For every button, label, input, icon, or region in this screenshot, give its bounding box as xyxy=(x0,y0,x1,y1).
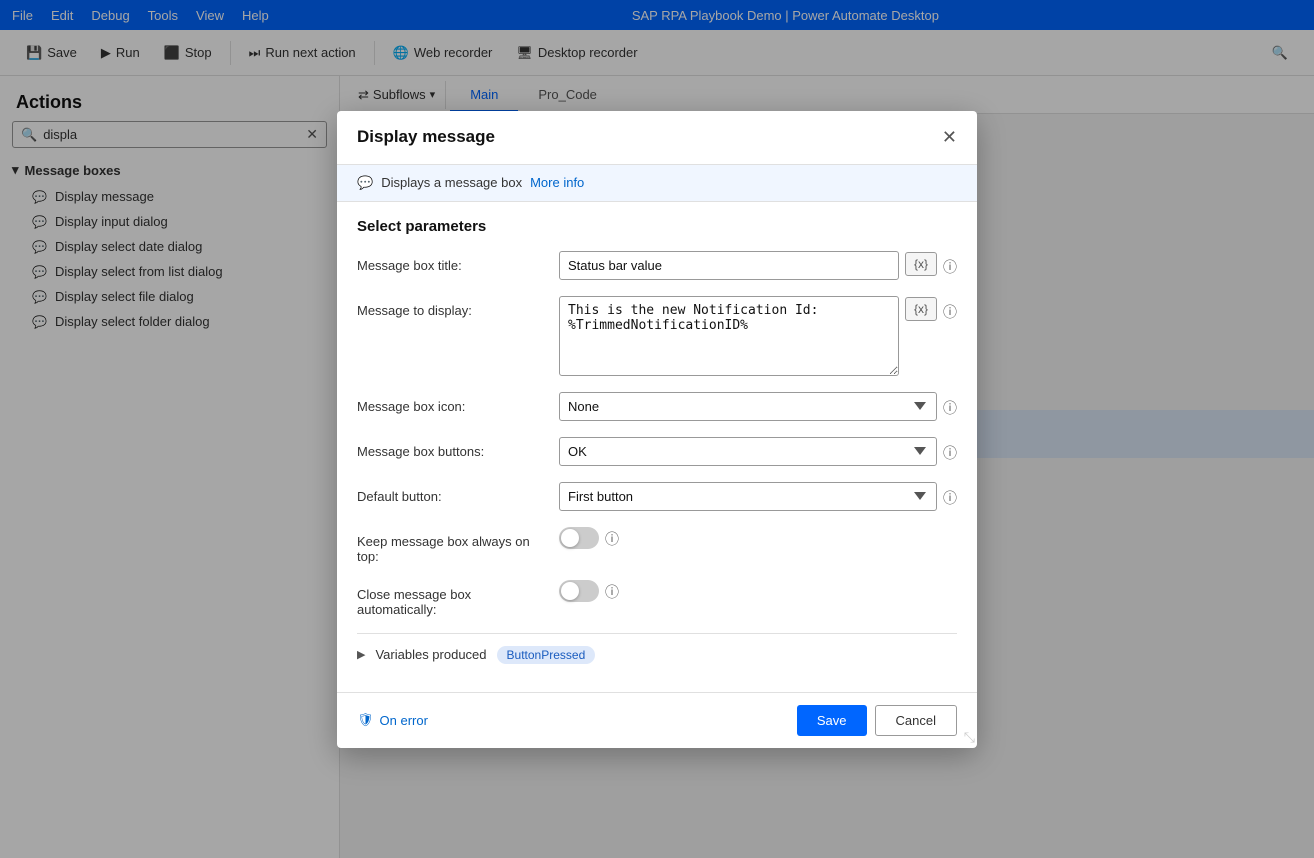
param-label-buttons: Message box buttons: xyxy=(357,437,547,459)
param-row-icon: Message box icon: None ⓘ xyxy=(357,392,957,421)
message-box-icon-info-icon[interactable]: ⓘ xyxy=(943,398,957,418)
param-label-icon: Message box icon: xyxy=(357,392,547,414)
resize-handle[interactable]: ⤡ xyxy=(964,729,975,746)
param-input-wrap-default-btn: First button ⓘ xyxy=(559,482,957,511)
modal-body: Select parameters Message box title: {x}… xyxy=(337,202,977,692)
message-to-display-input[interactable]: This is the new Notification Id: %Trimme… xyxy=(559,296,899,376)
param-input-wrap-keep-on-top: ⓘ xyxy=(559,527,957,549)
param-row-message: Message to display: This is the new Noti… xyxy=(357,296,957,376)
message-to-display-info-icon[interactable]: ⓘ xyxy=(943,302,957,322)
param-input-wrap-icon: None ⓘ xyxy=(559,392,957,421)
close-auto-info-icon[interactable]: ⓘ xyxy=(605,582,619,602)
keep-on-top-toggle[interactable] xyxy=(559,527,599,549)
default-button-select[interactable]: First button xyxy=(559,482,937,511)
modal-title: Display message xyxy=(357,127,495,147)
keep-on-top-info-icon[interactable]: ⓘ xyxy=(605,529,619,549)
close-auto-toggle[interactable] xyxy=(559,580,599,602)
modal-footer: 🛡 On error Save Cancel xyxy=(337,692,977,748)
modal-section-title: Select parameters xyxy=(357,218,957,235)
param-row-close-auto: Close message box automatically: ⓘ xyxy=(357,580,957,617)
on-error-button[interactable]: 🛡 On error xyxy=(357,712,428,728)
param-input-wrap-title: {x} ⓘ xyxy=(559,251,957,280)
variable-badge: ButtonPressed xyxy=(497,646,596,664)
toggle-knob2 xyxy=(561,582,579,600)
param-label-default-btn: Default button: xyxy=(357,482,547,504)
modal-info-text: Displays a message box xyxy=(381,175,522,190)
param-input-wrap-buttons: OK ⓘ xyxy=(559,437,957,466)
param-label-title: Message box title: xyxy=(357,251,547,273)
message-box-title-info-icon[interactable]: ⓘ xyxy=(943,257,957,277)
message-box-title-var-button[interactable]: {x} xyxy=(905,252,937,276)
message-box-buttons-select[interactable]: OK xyxy=(559,437,937,466)
footer-actions: Save Cancel xyxy=(797,705,957,736)
param-row-keep-on-top: Keep message box always on top: ⓘ xyxy=(357,527,957,564)
param-label-keep-on-top: Keep message box always on top: xyxy=(357,527,547,564)
info-message-icon: 💬 xyxy=(357,175,373,191)
variables-produced-row[interactable]: ▶ Variables produced ButtonPressed xyxy=(357,633,957,676)
toggle-knob xyxy=(561,529,579,547)
message-box-title-input[interactable] xyxy=(559,251,899,280)
cancel-button[interactable]: Cancel xyxy=(875,705,957,736)
param-input-wrap-close-auto: ⓘ xyxy=(559,580,957,602)
param-row-default-btn: Default button: First button ⓘ xyxy=(357,482,957,511)
modal-info-bar: 💬 Displays a message box More info xyxy=(337,165,977,202)
modal-header: Display message ✕ xyxy=(337,111,977,165)
display-message-modal: Display message ✕ 💬 Displays a message b… xyxy=(337,111,977,748)
variables-produced-label: Variables produced xyxy=(375,647,486,662)
modal-close-button[interactable]: ✕ xyxy=(942,127,957,148)
default-button-info-icon[interactable]: ⓘ xyxy=(943,488,957,508)
param-label-close-auto: Close message box automatically: xyxy=(357,580,547,617)
message-box-buttons-info-icon[interactable]: ⓘ xyxy=(943,443,957,463)
message-box-icon-select[interactable]: None xyxy=(559,392,937,421)
param-input-wrap-message: This is the new Notification Id: %Trimme… xyxy=(559,296,957,376)
chevron-right-icon: ▶ xyxy=(357,648,365,661)
param-row-buttons: Message box buttons: OK ⓘ xyxy=(357,437,957,466)
param-row-title: Message box title: {x} ⓘ xyxy=(357,251,957,280)
message-to-display-var-button[interactable]: {x} xyxy=(905,297,937,321)
param-label-message: Message to display: xyxy=(357,296,547,318)
save-button[interactable]: Save xyxy=(797,705,867,736)
modal-overlay: Display message ✕ 💬 Displays a message b… xyxy=(0,0,1314,858)
shield-icon: 🛡 xyxy=(357,712,374,728)
modal-more-info-link[interactable]: More info xyxy=(530,175,584,190)
